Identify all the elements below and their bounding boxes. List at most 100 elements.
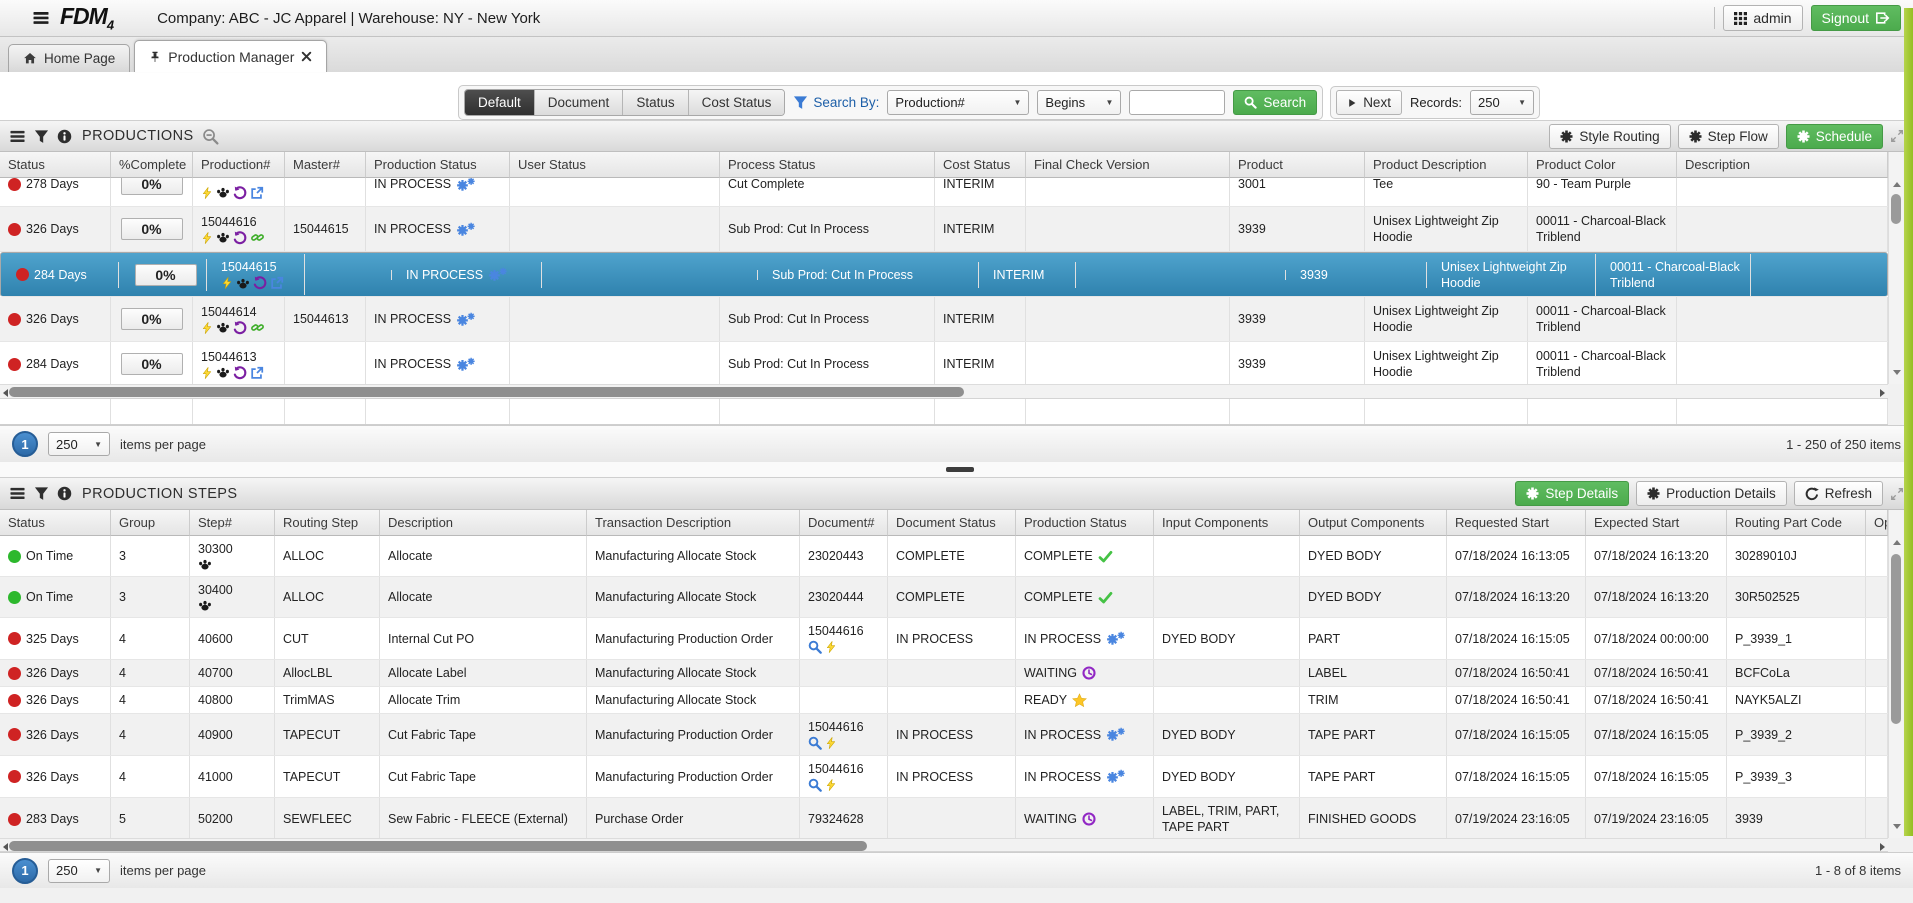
match-type-select[interactable]: Begins▼ [1037,90,1121,115]
cell-status: 326 Days [0,660,111,686]
panel-menu-icon[interactable] [9,129,26,144]
table-row[interactable]: 284 Days0%15044613IN PROCESSSub Prod: Cu… [0,342,1888,384]
column-header-product_description[interactable]: Product Description [1365,152,1528,178]
step-details-button[interactable]: Step Details [1515,481,1629,506]
tab-home-page[interactable]: Home Page [8,44,130,72]
productions-vertical-scrollbar[interactable] [1888,152,1903,384]
table-row[interactable]: 326 Days440700AllocLBLAllocate LabelManu… [0,660,1888,687]
column-header-routing_part_code[interactable]: Routing Part Code [1727,510,1866,536]
column-header-process_status[interactable]: Process Status [720,152,935,178]
column-header-product[interactable]: Product [1230,152,1365,178]
column-header-user_status[interactable]: User Status [510,152,720,178]
column-header-description[interactable]: Description [1677,152,1888,178]
scroll-left-arrow[interactable] [3,843,8,851]
column-header-requested_start[interactable]: Requested Start [1447,510,1586,536]
table-row[interactable]: On Time330300ALLOCAllocateManufacturing … [0,536,1888,577]
table-row[interactable]: 325 Days440600CUTInternal Cut POManufact… [0,618,1888,660]
scroll-thumb[interactable] [9,841,867,851]
table-row[interactable]: 326 Days441000TAPECUTCut Fabric TapeManu… [0,756,1888,798]
close-icon[interactable] [301,51,312,62]
column-header-transaction_description[interactable]: Transaction Description [587,510,800,536]
filter-funnel-icon[interactable] [34,129,49,144]
table-row[interactable]: 326 Days440900TAPECUTCut Fabric TapeManu… [0,714,1888,756]
table-row[interactable]: 326 Days0%1504461415044613IN PROCESSSub … [0,297,1888,342]
scroll-right-arrow[interactable] [1880,843,1885,851]
table-row[interactable]: 326 Days0%1504461615044615IN PROCESSSub … [0,207,1888,252]
column-header-op[interactable]: Op [1866,510,1888,536]
column-header-master[interactable]: Master# [285,152,366,178]
column-header-output_components[interactable]: Output Components [1300,510,1447,536]
productions-horizontal-scrollbar[interactable] [0,384,1888,399]
info-icon[interactable] [57,486,72,501]
scroll-thumb[interactable] [1891,554,1901,724]
search-field-select[interactable]: Production#▼ [887,90,1029,115]
scroll-thumb[interactable] [1891,194,1901,224]
column-header-production[interactable]: Production# [193,152,285,178]
scroll-down-arrow[interactable] [1893,824,1901,829]
column-header-routing_step[interactable]: Routing Step [275,510,380,536]
edge-accent-strip [1904,8,1913,836]
column-header-production_status[interactable]: Production Status [366,152,510,178]
scroll-left-arrow[interactable] [3,389,8,397]
search-input[interactable] [1129,90,1225,115]
scroll-down-arrow[interactable] [1893,370,1901,375]
cell-description: Internal Cut PO [380,618,587,659]
column-header-input_components[interactable]: Input Components [1154,510,1300,536]
expand-icon[interactable] [1890,487,1904,501]
column-header-final_check_version[interactable]: Final Check Version [1026,152,1230,178]
column-header-description[interactable]: Description [380,510,587,536]
tab-production-manager[interactable]: Production Manager [134,40,327,72]
column-header-step[interactable]: Step# [190,510,275,536]
signout-button[interactable]: Signout [1811,5,1901,31]
link-icon [250,231,265,244]
scroll-thumb[interactable] [9,387,964,397]
info-icon[interactable] [57,129,72,144]
column-header-document_status[interactable]: Document Status [888,510,1016,536]
production-details-button[interactable]: Production Details [1636,481,1787,506]
steps-horizontal-scrollbar[interactable] [0,838,1888,852]
search-button[interactable]: Search [1233,90,1317,115]
table-row[interactable]: 284 Days0%15044615IN PROCESSSub Prod: Cu… [0,252,1888,297]
view-button-status[interactable]: Status [623,90,688,115]
panel-menu-icon[interactable] [9,486,26,501]
column-header-product_color[interactable]: Product Color [1528,152,1677,178]
column-header-group[interactable]: Group [111,510,190,536]
table-row[interactable]: 278 Days0% IN PROCESSCut CompleteINTERIM… [0,178,1888,207]
cell-document_status: COMPLETE [888,536,1016,576]
scroll-right-arrow[interactable] [1880,389,1885,397]
records-select[interactable]: 250▼ [1470,90,1534,115]
page-size-select[interactable]: 250▼ [48,859,110,883]
menu-hamburger-icon[interactable] [32,10,50,26]
pane-splitter-handle[interactable] [946,467,974,472]
style-routing-button[interactable]: Style Routing [1549,124,1670,149]
page-number-button[interactable]: 1 [12,431,38,457]
step-flow-button[interactable]: Step Flow [1678,124,1779,149]
column-header-document[interactable]: Document# [800,510,888,536]
view-button-default[interactable]: Default [465,90,535,115]
view-button-cost-status[interactable]: Cost Status [689,90,785,115]
admin-menu-button[interactable]: admin [1723,5,1802,31]
view-button-document[interactable]: Document [535,90,624,115]
table-row[interactable]: 283 Days550200SEWFLEECSew Fabric - FLEEC… [0,798,1888,838]
table-row[interactable]: On Time330400ALLOCAllocateManufacturing … [0,577,1888,618]
column-header-complete[interactable]: %Complete [111,152,193,178]
pin-icon[interactable] [149,50,161,64]
expand-icon[interactable] [1890,129,1904,143]
filter-funnel-icon[interactable] [34,486,49,501]
zoom-out-icon[interactable] [202,128,219,145]
scroll-up-arrow[interactable] [1893,182,1901,187]
page-number-button[interactable]: 1 [12,858,38,884]
page-size-select[interactable]: 250▼ [48,432,110,456]
fdm4-logo: FDM4 [60,3,113,33]
column-header-production_status[interactable]: Production Status [1016,510,1154,536]
steps-vertical-scrollbar[interactable] [1888,510,1903,838]
scroll-up-arrow[interactable] [1893,540,1901,545]
table-row[interactable]: 326 Days440800TrimMASAllocate TrimManufa… [0,687,1888,714]
column-header-cost_status[interactable]: Cost Status [935,152,1026,178]
column-header-expected_start[interactable]: Expected Start [1586,510,1727,536]
refresh-button[interactable]: Refresh [1794,481,1883,506]
schedule-button[interactable]: Schedule [1786,124,1883,149]
column-header-status[interactable]: Status [0,152,111,178]
next-button[interactable]: Next [1336,90,1402,115]
column-header-status[interactable]: Status [0,510,111,536]
